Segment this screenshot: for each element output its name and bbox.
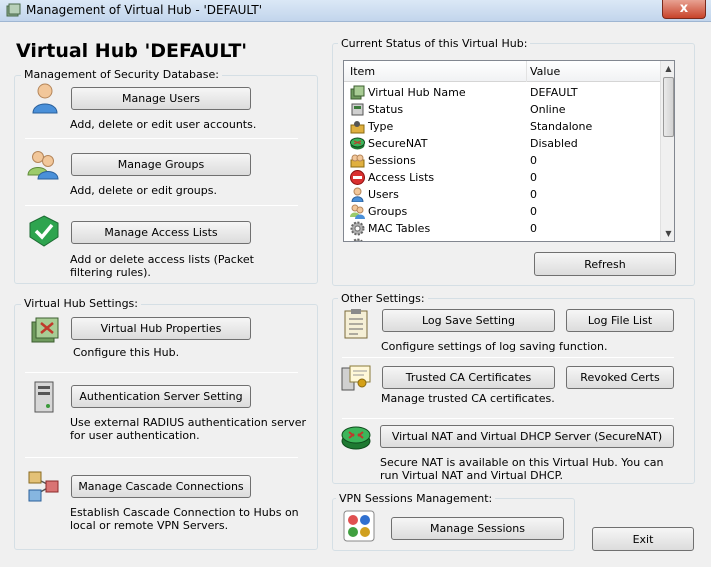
separator bbox=[25, 372, 298, 373]
manage-groups-desc: Add, delete or edit groups. bbox=[70, 184, 217, 197]
manage-users-button[interactable]: Manage Users bbox=[71, 87, 251, 110]
refresh-button[interactable]: Refresh bbox=[534, 252, 676, 276]
scroll-thumb[interactable] bbox=[663, 77, 674, 137]
no-entry-icon bbox=[350, 170, 365, 185]
log-notepad-icon bbox=[344, 309, 368, 339]
status-item-name: Groups bbox=[368, 205, 408, 218]
revoked-certs-button[interactable]: Revoked Certs bbox=[566, 366, 674, 389]
manage-access-lists-button[interactable]: Manage Access Lists bbox=[71, 221, 251, 244]
window-title: Management of Virtual Hub - 'DEFAULT' bbox=[26, 3, 263, 17]
trusted-ca-certificates-button[interactable]: Trusted CA Certificates bbox=[382, 366, 555, 389]
sessions-icon bbox=[343, 510, 375, 542]
status-row[interactable]: Status Online bbox=[344, 101, 660, 118]
manage-sessions-button[interactable]: Manage Sessions bbox=[391, 517, 564, 540]
separator bbox=[25, 205, 298, 206]
server-icon bbox=[34, 381, 54, 413]
user-icon bbox=[351, 187, 364, 202]
manage-groups-button[interactable]: Manage Groups bbox=[71, 153, 251, 176]
status-row[interactable]: Virtual Hub Name DEFAULT bbox=[344, 84, 660, 101]
status-item-name: Status bbox=[368, 103, 404, 116]
checkmark-shield-icon bbox=[29, 215, 59, 247]
scroll-down-arrow-icon[interactable]: ▼ bbox=[661, 226, 674, 241]
item-column-header[interactable]: Item bbox=[350, 65, 375, 78]
header-divider bbox=[526, 61, 527, 82]
virtual-hub-window: Management of Virtual Hub - 'DEFAULT' x … bbox=[0, 0, 711, 567]
title-bar: Management of Virtual Hub - 'DEFAULT' x bbox=[0, 0, 711, 22]
status-item-value: 0 bbox=[530, 205, 537, 218]
status-row[interactable]: SecureNAT Disabled bbox=[344, 135, 660, 152]
hub-icon bbox=[350, 85, 365, 100]
manage-cascade-desc: Establish Cascade Connection to Hubs on … bbox=[70, 506, 299, 532]
separator bbox=[25, 138, 298, 139]
status-item-value: 0 bbox=[530, 154, 537, 167]
sessions-icon bbox=[350, 154, 365, 168]
app-icon bbox=[6, 3, 21, 17]
status-item-value: 0 bbox=[530, 222, 537, 235]
virtual-hub-properties-button[interactable]: Virtual Hub Properties bbox=[71, 317, 251, 340]
hub-properties-icon bbox=[31, 317, 59, 343]
status-item-name: MAC Tables bbox=[368, 222, 431, 235]
status-item-value: 0 bbox=[530, 188, 537, 201]
router-icon bbox=[341, 426, 371, 450]
status-item-name: IP Tables bbox=[368, 239, 416, 241]
log-save-desc: Configure settings of log saving functio… bbox=[381, 340, 608, 353]
status-item-value: Online bbox=[530, 103, 566, 116]
status-item-value: Standalone bbox=[530, 120, 593, 133]
manage-access-lists-desc: Add or delete access lists (Packet filte… bbox=[70, 253, 254, 279]
status-item-name: Sessions bbox=[368, 154, 416, 167]
status-row[interactable]: Users 0 bbox=[344, 186, 660, 203]
trusted-ca-desc: Manage trusted CA certificates. bbox=[381, 392, 555, 405]
status-list-header: Item Value bbox=[344, 61, 660, 82]
status-row[interactable]: MAC Tables 0 bbox=[344, 220, 660, 237]
status-list[interactable]: Item Value Virtual Hub Name DEFAULT Status… bbox=[343, 60, 675, 242]
securenat-button[interactable]: Virtual NAT and Virtual DHCP Server (Sec… bbox=[380, 425, 674, 448]
authentication-server-setting-button[interactable]: Authentication Server Setting bbox=[71, 385, 251, 408]
group-icon bbox=[350, 204, 365, 219]
user-icon bbox=[32, 83, 58, 114]
status-list-scrollbar[interactable]: ▲ ▼ bbox=[660, 61, 674, 241]
status-item-value: 0 bbox=[530, 171, 537, 184]
separator bbox=[342, 418, 674, 419]
status-item-value: 0 bbox=[530, 239, 537, 241]
status-item-value: DEFAULT bbox=[530, 86, 578, 99]
value-column-header[interactable]: Value bbox=[530, 65, 560, 78]
security-database-legend: Management of Security Database: bbox=[21, 68, 222, 81]
status-row[interactable]: Groups 0 bbox=[344, 203, 660, 220]
vpn-sessions-legend: VPN Sessions Management: bbox=[336, 492, 496, 505]
status-item-name: SecureNAT bbox=[368, 137, 428, 150]
status-item-name: Virtual Hub Name bbox=[368, 86, 466, 99]
exit-button[interactable]: Exit bbox=[592, 527, 694, 551]
separator bbox=[342, 357, 674, 358]
hub-title: Virtual Hub 'DEFAULT' bbox=[16, 40, 248, 62]
status-item-name: Access Lists bbox=[368, 171, 435, 184]
scroll-up-arrow-icon[interactable]: ▲ bbox=[661, 61, 674, 76]
manage-cascade-connections-button[interactable]: Manage Cascade Connections bbox=[71, 475, 251, 498]
status-row[interactable]: Access Lists 0 bbox=[344, 169, 660, 186]
status-item-value: Disabled bbox=[530, 137, 578, 150]
virtual-hub-properties-desc: Configure this Hub. bbox=[73, 346, 180, 359]
other-settings-legend: Other Settings: bbox=[338, 292, 428, 305]
status-row[interactable]: IP Tables 0 bbox=[344, 237, 660, 241]
status-item-name: Type bbox=[368, 120, 394, 133]
status-icon bbox=[351, 103, 364, 116]
status-row[interactable]: Sessions 0 bbox=[344, 152, 660, 169]
log-file-list-button[interactable]: Log File List bbox=[566, 309, 674, 332]
authentication-server-desc: Use external RADIUS authentication serve… bbox=[70, 416, 307, 442]
cascade-network-icon bbox=[28, 471, 59, 502]
gear-icon bbox=[350, 221, 365, 236]
current-status-legend: Current Status of this Virtual Hub: bbox=[338, 37, 531, 50]
group-icon bbox=[27, 151, 59, 180]
certificate-icon bbox=[341, 365, 371, 391]
gear-icon bbox=[352, 238, 363, 241]
manage-users-desc: Add, delete or edit user accounts. bbox=[70, 118, 257, 131]
close-button[interactable]: x bbox=[662, 0, 706, 19]
log-save-setting-button[interactable]: Log Save Setting bbox=[382, 309, 555, 332]
type-icon bbox=[350, 121, 365, 134]
status-row[interactable]: Type Standalone bbox=[344, 118, 660, 135]
router-icon bbox=[350, 137, 365, 150]
securenat-desc: Secure NAT is available on this Virtual … bbox=[380, 456, 664, 482]
hub-settings-legend: Virtual Hub Settings: bbox=[21, 297, 141, 310]
status-item-name: Users bbox=[368, 188, 399, 201]
separator bbox=[25, 457, 298, 458]
